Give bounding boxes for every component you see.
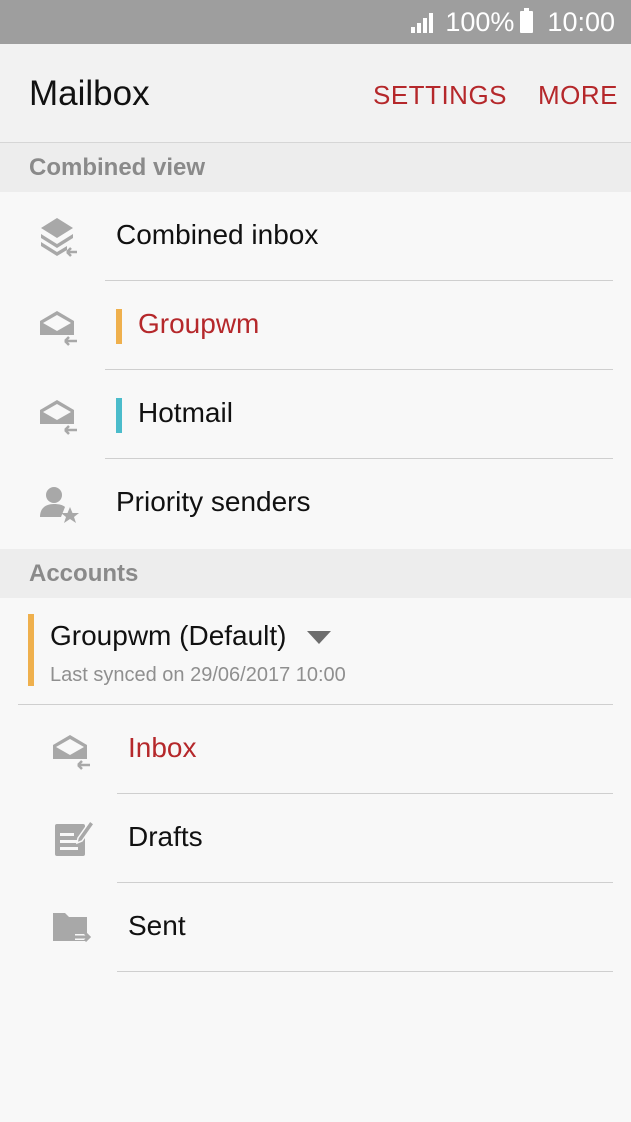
page-title: Mailbox [29,74,150,113]
account-color-indicator [116,309,122,344]
more-button[interactable]: MORE [538,80,618,111]
account-color-indicator [28,614,34,686]
list-item-label: Groupwm [138,308,260,339]
list-item-label: Hotmail [138,397,233,428]
inbox-icon [37,394,81,438]
list-item-hotmail[interactable]: Hotmail [0,370,631,459]
inbox-stack-icon [37,214,81,258]
inbox-icon [50,729,94,773]
folder-label: Sent [128,910,186,941]
account-selector[interactable]: Groupwm (Default) Last synced on 29/06/2… [0,598,631,705]
dropdown-arrow-icon[interactable] [307,631,331,644]
list-item-priority-senders[interactable]: Priority senders [0,459,631,548]
status-bar: 100% 10:00 [0,0,631,44]
battery-percentage: 100% [445,6,515,37]
list-item-label: Priority senders [116,486,311,517]
signal-icon [411,11,435,33]
divider [117,971,613,972]
folder-label: Inbox [128,732,197,763]
list-item-label: Combined inbox [116,219,319,250]
account-name: Groupwm (Default) [50,620,287,651]
battery-icon [520,8,534,33]
priority-sender-icon [37,483,81,527]
clock: 10:00 [547,6,615,37]
list-item-groupwm[interactable]: Groupwm [0,281,631,370]
last-synced-text: Last synced on 29/06/2017 10:00 [50,664,346,686]
list-item-combined-inbox[interactable]: Combined inbox [0,192,631,281]
sent-folder-icon [51,907,95,951]
inbox-icon [37,305,81,349]
drafts-icon [52,818,96,862]
folder-item-sent[interactable]: Sent [0,883,631,972]
account-color-indicator [116,398,122,433]
section-header-combined-view: Combined view [0,143,631,192]
section-header-accounts: Accounts [0,549,631,598]
settings-button[interactable]: SETTINGS [373,80,507,111]
folder-label: Drafts [128,821,203,852]
folder-item-inbox[interactable]: Inbox [0,705,631,794]
folder-item-drafts[interactable]: Drafts [0,794,631,883]
app-bar: Mailbox SETTINGS MORE [0,44,631,143]
